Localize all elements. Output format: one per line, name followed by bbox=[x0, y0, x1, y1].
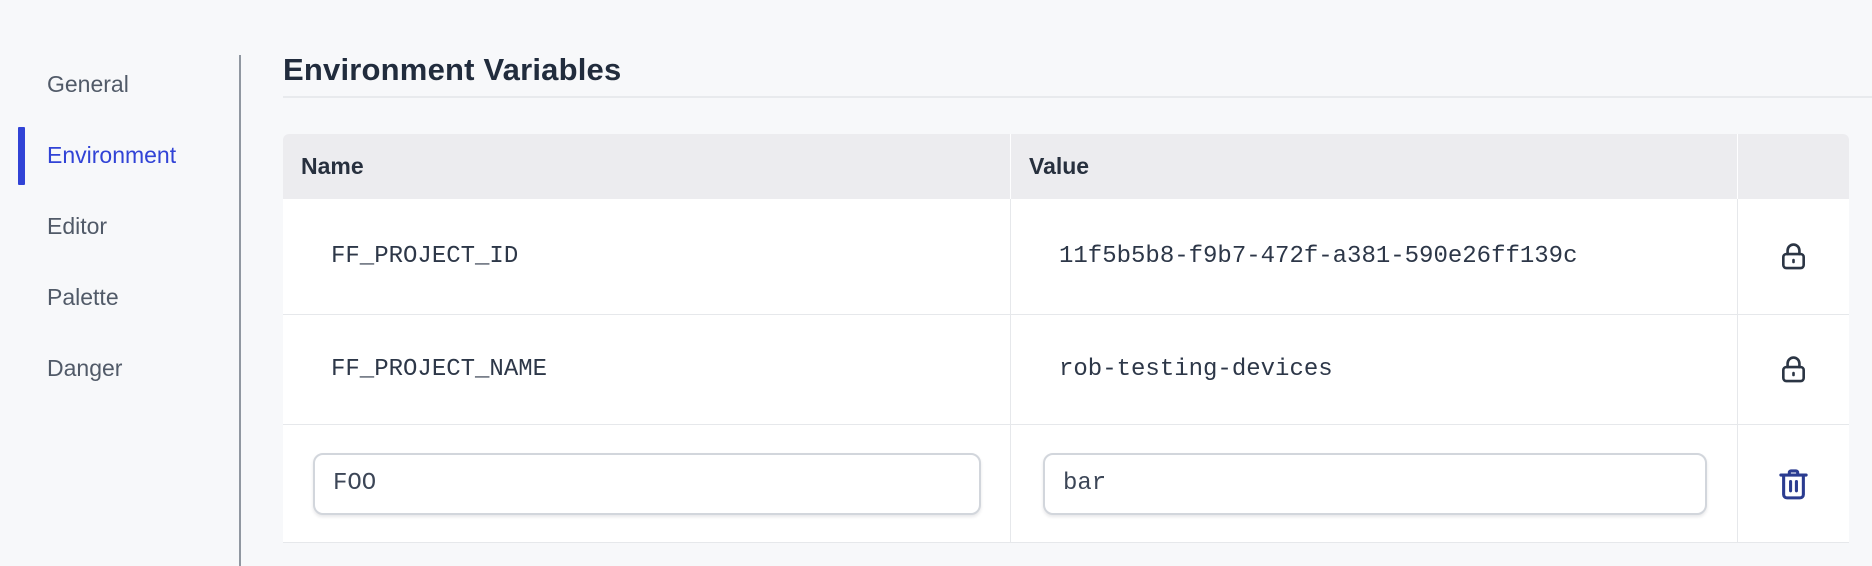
sidebar-item-label: Danger bbox=[47, 355, 123, 381]
column-header-actions bbox=[1737, 134, 1849, 199]
table-row: FF_PROJECT_ID 11f5b5b8-f9b7-472f-a381-59… bbox=[283, 199, 1849, 315]
settings-sidebar: General Environment Editor Palette Dange… bbox=[0, 49, 239, 404]
sidebar-item-label: Editor bbox=[47, 213, 108, 239]
environment-variables-table: Name Value FF_PROJECT_ID 11f5b5b8-f9b7-4… bbox=[283, 134, 1849, 543]
column-header-value: Value bbox=[1010, 134, 1737, 199]
active-indicator-bar bbox=[18, 127, 25, 185]
delete-variable-button[interactable] bbox=[1771, 460, 1816, 508]
sidebar-item-environment[interactable]: Environment bbox=[0, 120, 239, 191]
sidebar-item-palette[interactable]: Palette bbox=[0, 262, 239, 333]
env-var-name: FF_PROJECT_ID bbox=[331, 243, 519, 270]
lock-icon bbox=[1773, 349, 1814, 390]
sidebar-item-label: Palette bbox=[47, 284, 119, 310]
lock-icon bbox=[1773, 236, 1814, 277]
table-row: FF_PROJECT_NAME rob-testing-devices bbox=[283, 315, 1849, 425]
sidebar-divider bbox=[239, 55, 241, 566]
table-row-editable bbox=[283, 425, 1849, 543]
sidebar-item-label: Environment bbox=[47, 142, 177, 168]
env-var-value: rob-testing-devices bbox=[1010, 315, 1737, 424]
page-title: Environment Variables bbox=[283, 52, 622, 87]
sidebar-item-danger[interactable]: Danger bbox=[0, 333, 239, 404]
env-var-name-input[interactable] bbox=[313, 452, 981, 515]
env-var-value: 11f5b5b8-f9b7-472f-a381-590e26ff139c bbox=[1010, 199, 1737, 314]
title-underline bbox=[283, 96, 1872, 98]
sidebar-item-label: General bbox=[47, 71, 129, 97]
env-var-value-input[interactable] bbox=[1043, 452, 1707, 515]
trash-icon bbox=[1779, 468, 1808, 499]
column-header-name: Name bbox=[301, 153, 364, 179]
sidebar-item-general[interactable]: General bbox=[0, 49, 239, 120]
table-header-row: Name Value bbox=[283, 134, 1849, 199]
env-var-name: FF_PROJECT_NAME bbox=[331, 356, 548, 383]
environment-settings-panel: Environment Variables Name Value FF_PROJ… bbox=[283, 0, 1872, 566]
sidebar-item-editor[interactable]: Editor bbox=[0, 191, 239, 262]
